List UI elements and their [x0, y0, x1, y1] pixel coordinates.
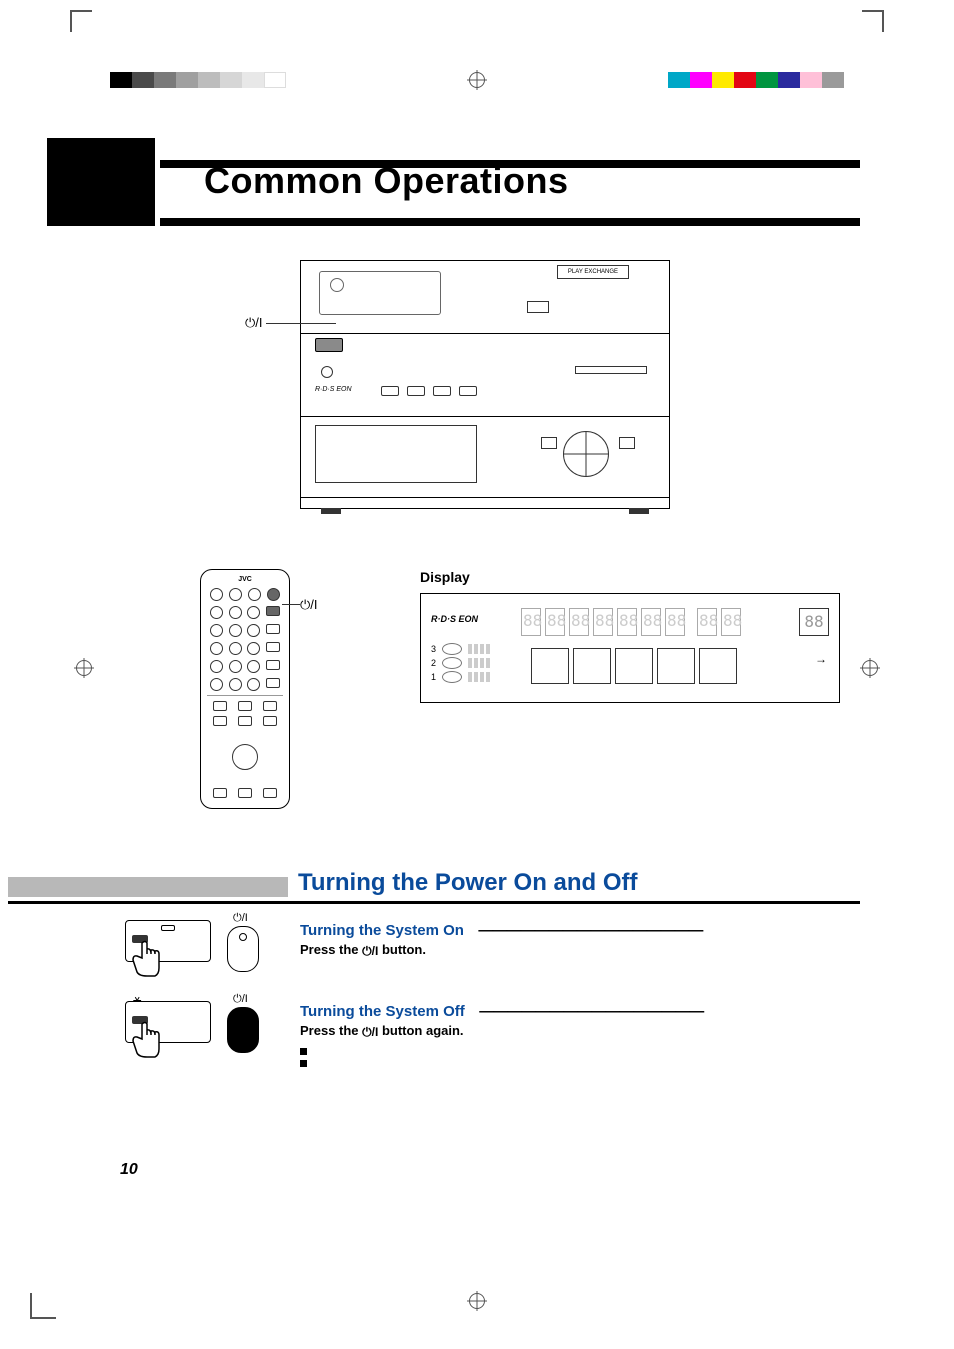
turn-on-instruction: Press the ⏻/I button. [300, 942, 860, 959]
display-rds-label: R·D·S EON [431, 614, 478, 624]
section-title: Turning the Power On and Off [298, 869, 638, 897]
disc-number: 2 [431, 658, 436, 668]
hand-pointer-icon [127, 1019, 167, 1059]
turn-off-illustration: ⚹ ⏻/I [125, 1001, 275, 1043]
track-number-display: 88 [799, 608, 829, 636]
progress-arrow-icon: → [815, 652, 827, 666]
disc-indicator-rows: 3 2 1 [431, 642, 490, 684]
transport-button-icon [541, 437, 557, 449]
crop-mark [862, 10, 884, 32]
page-title: Common Operations [160, 160, 860, 202]
phones-jack-icon [321, 366, 333, 378]
display-heading: Display [420, 569, 840, 585]
stereo-cd-section: PLAY EXCHANGE [301, 261, 669, 334]
registration-mark-left [76, 660, 92, 676]
stereo-cassette-section [301, 417, 669, 497]
bullet-markers [300, 1048, 860, 1067]
spectrum-blocks [531, 648, 737, 684]
leader-line [282, 604, 300, 605]
volume-area [575, 344, 655, 392]
title-black-box [47, 138, 155, 226]
crop-mark [30, 1293, 56, 1319]
registration-mark-top [469, 72, 485, 88]
heading-dash-line: ———————————————— [478, 922, 702, 939]
play-exchange-badge: PLAY EXCHANGE [557, 265, 629, 279]
transport-button-icon [619, 437, 635, 449]
turn-off-heading: Turning the System Off [300, 1003, 465, 1020]
power-symbol-label: ⏻/I [245, 315, 263, 331]
section-gray-bar [8, 877, 288, 897]
instruction-text: button again. [378, 1023, 463, 1038]
jog-dial-icon [563, 431, 609, 477]
power-glyph-inline: ⏻/I [362, 1025, 378, 1039]
heading-dash-line: ———————————————— [479, 1003, 703, 1020]
stereo-control-section: R·D·S EON [301, 334, 669, 417]
remote-filled-icon [227, 1007, 259, 1053]
remote-dpad-icon [220, 732, 270, 782]
ir-window-icon [161, 925, 175, 931]
eject-button-icon [527, 301, 549, 313]
display-panel-diagram: R·D·S EON 88 3 2 1 [420, 593, 840, 703]
remote-diagram: JVC ⏻/I [200, 569, 320, 809]
remote-outline-icon [227, 926, 259, 972]
remote-brand-label: JVC [207, 576, 283, 583]
registration-mark-right [862, 660, 878, 676]
rds-eon-label: R·D·S EON [315, 386, 352, 393]
cassette-door-icon [315, 425, 477, 483]
crop-mark [70, 10, 92, 32]
remote-power-label: ⏻/I [300, 597, 318, 613]
turn-on-heading: Turning the System On [300, 922, 464, 939]
instruction-text: Press the [300, 1023, 362, 1038]
section-rule [8, 901, 860, 904]
preset-buttons [381, 386, 477, 396]
registration-mark-bottom [469, 1293, 485, 1309]
grayscale-bar [110, 72, 286, 88]
power-glyph-inline: ⏻/I [362, 944, 378, 958]
power-button-icon [315, 338, 343, 352]
instruction-text: Press the [300, 942, 362, 957]
page-number: 10 [120, 1161, 138, 1179]
cd-tray-icon [319, 271, 441, 315]
turn-off-instruction: Press the ⏻/I button again. [300, 1023, 860, 1040]
segment-display-icon [521, 608, 741, 636]
hand-pointer-icon [127, 938, 167, 978]
disc-number: 3 [431, 644, 436, 654]
color-bar [668, 72, 844, 88]
title-rule-bottom [160, 218, 860, 226]
instruction-text: button. [378, 942, 426, 957]
turn-on-illustration: ⏻/I [125, 920, 275, 962]
power-glyph-label: ⏻/I [233, 993, 248, 1006]
power-glyph-label: ⏻/I [233, 912, 248, 925]
stereo-feet [301, 497, 669, 508]
stereo-diagram: ⏻/I PLAY EXCHANGE R·D·S EON [300, 260, 670, 509]
disc-number: 1 [431, 672, 436, 682]
